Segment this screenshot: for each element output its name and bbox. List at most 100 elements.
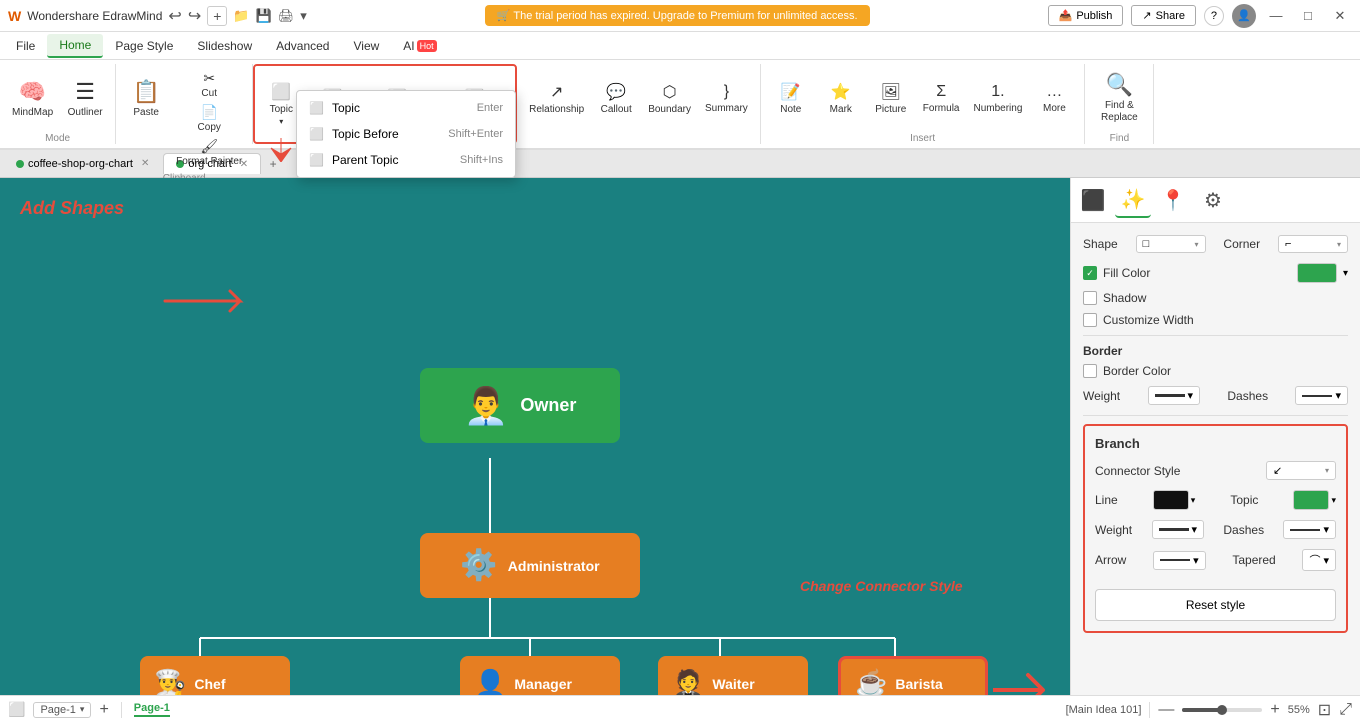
close-btn[interactable]: ✕ (1328, 4, 1352, 28)
dropdown-topic-before-shortcut: Shift+Enter (448, 128, 503, 140)
connector-style-value: ↙ (1273, 464, 1282, 477)
owner-node[interactable]: 👨‍💼 Owner (420, 368, 620, 443)
fill-color-checkbox[interactable]: ✓ (1083, 266, 1097, 280)
save-btn[interactable]: 💾 (256, 8, 272, 24)
arrow-chevron: ▾ (1193, 554, 1199, 567)
format-painter-btn[interactable]: 🖌 Format Painter (172, 136, 246, 169)
panel-tab-shape[interactable]: ⬛ (1075, 182, 1111, 218)
manager-node[interactable]: 👤 Manager (460, 656, 620, 695)
shadow-checkbox[interactable] (1083, 291, 1097, 305)
find-replace-btn[interactable]: 🔍 Find &Replace (1091, 68, 1147, 128)
topic-color-chevron[interactable]: ▾ (1331, 495, 1336, 506)
publish-btn[interactable]: 📤 Publish (1048, 5, 1124, 26)
administrator-node[interactable]: ⚙️ Administrator (420, 533, 640, 598)
panel-tab-style[interactable]: ✨ (1115, 182, 1151, 218)
connector-style-select[interactable]: ↙ ▾ (1266, 461, 1336, 480)
menu-view[interactable]: View (341, 35, 391, 57)
menu-home[interactable]: Home (47, 34, 103, 58)
dropdown-topic-label: Topic (332, 101, 360, 115)
line-color-chevron[interactable]: ▾ (1191, 495, 1196, 506)
zoom-slider[interactable] (1182, 708, 1262, 712)
customize-width-row: Customize Width (1083, 313, 1348, 327)
callout-btn[interactable]: 💬 Callout (592, 68, 640, 128)
menu-pagestyle[interactable]: Page Style (103, 35, 185, 57)
branch-weight-dashes-row: Weight ▾ Dashes ▾ (1095, 520, 1336, 539)
dropdown-topic-before[interactable]: ⬜ Topic Before Shift+Enter (297, 121, 515, 147)
cut-btn[interactable]: ✂ Cut (172, 68, 246, 101)
more-insert-btn[interactable]: … More (1030, 68, 1078, 128)
fill-color-swatch[interactable] (1297, 263, 1337, 283)
outliner-btn[interactable]: ☰ Outliner (61, 68, 109, 128)
fullscreen-btn[interactable]: ⤢ (1339, 701, 1352, 719)
undo-btn[interactable]: ↩ (168, 6, 181, 26)
menu-bar: File Home Page Style Slideshow Advanced … (0, 32, 1360, 60)
topic-color-swatch[interactable] (1293, 490, 1329, 510)
maximize-btn[interactable]: □ (1296, 4, 1320, 28)
topic-dropdown-menu: ⬜ Topic Enter ⬜ Topic Before Shift+Enter… (296, 90, 516, 178)
mark-btn[interactable]: ⭐ Mark (817, 68, 865, 128)
share-btn[interactable]: ↗ Share (1131, 5, 1196, 26)
menu-ai[interactable]: AI Hot (391, 35, 448, 57)
barista1-label: Barista (895, 676, 942, 692)
fit-btn[interactable]: ⊡ (1318, 700, 1331, 720)
more-btn[interactable]: ▾ (300, 8, 307, 24)
branch-weight-select[interactable]: ▾ (1152, 520, 1205, 539)
zoom-in-btn[interactable]: + (1270, 701, 1279, 719)
avatar[interactable]: 👤 (1232, 4, 1256, 28)
paste-btn[interactable]: 📋 Paste (122, 68, 170, 128)
help-btn[interactable]: ? (1204, 6, 1224, 26)
boundary-btn[interactable]: ⬡ Boundary (642, 68, 697, 128)
dropdown-topic[interactable]: ⬜ Topic Enter (297, 95, 515, 121)
corner-value: ⌐ (1285, 238, 1291, 250)
tapered-select[interactable]: ⌒ ▾ (1302, 549, 1336, 571)
line-color-swatch[interactable] (1153, 490, 1189, 510)
redo-btn[interactable]: ↪ (188, 6, 201, 26)
canvas[interactable]: Add Shapes 👨‍💼 Owner ⚙️ Administrator 👨‍… (0, 178, 1070, 695)
weight-chevron: ▾ (1188, 389, 1194, 402)
find-replace-label: Find &Replace (1101, 100, 1138, 124)
formula-btn[interactable]: Σ Formula (917, 68, 966, 128)
arrow-tapered-row: Arrow ▾ Tapered ⌒ ▾ (1095, 549, 1336, 571)
arrow-select[interactable]: ▾ (1153, 551, 1206, 570)
tab-add-btn[interactable]: + (263, 154, 283, 174)
new-btn[interactable]: + (207, 6, 227, 26)
border-color-checkbox[interactable] (1083, 364, 1097, 378)
administrator-label: Administrator (508, 558, 600, 574)
status-add-page[interactable]: + (99, 701, 108, 719)
weight-select[interactable]: ▾ (1148, 386, 1201, 405)
picture-btn[interactable]: 🖼 Picture (867, 68, 915, 128)
tab-dot-1 (16, 160, 24, 168)
dropdown-topic-before-label: Topic Before (332, 127, 399, 141)
menu-advanced[interactable]: Advanced (264, 35, 341, 57)
barista1-node[interactable]: ☕ Barista (838, 656, 988, 695)
panel-tab-settings[interactable]: ⚙ (1195, 182, 1231, 218)
open-btn[interactable]: 📁 (233, 8, 249, 24)
print-btn[interactable]: 🖨 (278, 8, 295, 24)
status-page-btn[interactable]: Page-1 ▾ (33, 702, 91, 718)
summary-btn[interactable]: } Summary (699, 68, 754, 128)
numbering-btn[interactable]: 1. Numbering (967, 68, 1028, 128)
menu-slideshow[interactable]: Slideshow (185, 35, 264, 57)
branch-dashes-select[interactable]: ▾ (1283, 520, 1336, 539)
menu-file[interactable]: File (4, 35, 47, 57)
zoom-slider-thumb[interactable] (1217, 705, 1227, 715)
waiter1-node[interactable]: 🤵 Waiter (658, 656, 808, 695)
relationship-btn[interactable]: ↗ Relationship (523, 68, 590, 128)
shape-select[interactable]: □ ▾ (1136, 235, 1206, 253)
copy-btn[interactable]: 📄 Copy (172, 102, 246, 135)
customize-width-checkbox[interactable] (1083, 313, 1097, 327)
chef-node[interactable]: 👨‍🍳 Chef (140, 656, 290, 695)
fill-color-dropdown[interactable]: ▾ (1343, 268, 1348, 279)
corner-select[interactable]: ⌐ ▾ (1278, 235, 1348, 253)
manager-icon: 👤 (474, 668, 506, 695)
zoom-out-btn[interactable]: — (1158, 701, 1174, 719)
mindmap-btn[interactable]: 🧠 MindMap (6, 68, 59, 128)
reset-style-btn[interactable]: Reset style (1095, 589, 1336, 621)
minimize-btn[interactable]: — (1264, 4, 1288, 28)
panel-tab-location[interactable]: 📍 (1155, 182, 1191, 218)
trial-banner[interactable]: 🛒 The trial period has expired. Upgrade … (485, 5, 870, 26)
administrator-icon: ⚙️ (460, 548, 497, 583)
dashes-select[interactable]: ▾ (1295, 386, 1348, 405)
note-btn[interactable]: 📝 Note (767, 68, 815, 128)
dropdown-parent-topic[interactable]: ⬜ Parent Topic Shift+Ins (297, 147, 515, 173)
